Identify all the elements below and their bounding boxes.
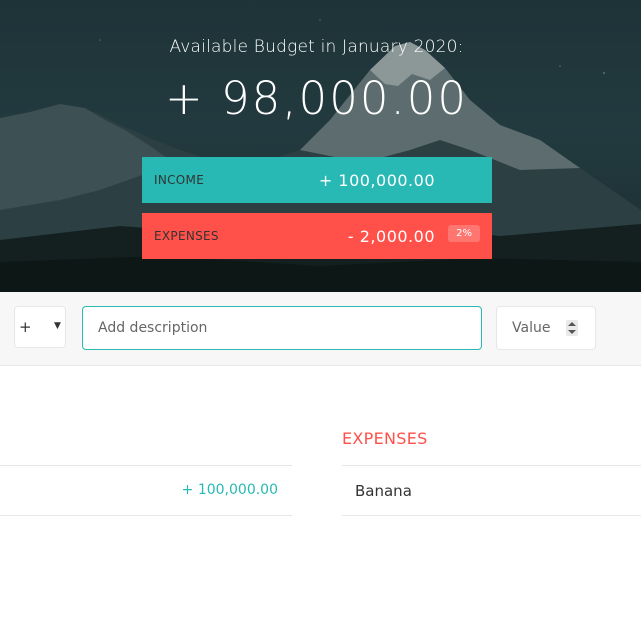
income-list-item[interactable]: + 100,000.00	[0, 465, 292, 516]
available-budget-value: + 98,000.00	[164, 72, 469, 125]
expenses-summary: Expenses - 2,000.00 2%	[142, 213, 492, 259]
value-input-placeholder: Value	[512, 320, 551, 336]
chevron-down-icon: ▼	[54, 321, 61, 331]
budget-hero: Available Budget in January 2020: + 98,0…	[0, 0, 641, 292]
add-item-bar: + ▼ Value	[0, 292, 641, 366]
expenses-percentage-badge: 2%	[448, 225, 480, 242]
expense-list-item[interactable]: Banana	[342, 465, 641, 516]
description-input[interactable]	[82, 306, 482, 350]
expenses-list-title: Expenses	[342, 429, 428, 448]
income-item-value: + 100,000.00	[181, 482, 278, 498]
budget-title: Available Budget in January 2020:	[169, 37, 464, 57]
expenses-summary-label: Expenses	[154, 229, 219, 243]
type-select[interactable]: + ▼	[14, 306, 66, 348]
income-summary-value: + 100,000.00	[318, 170, 435, 190]
income-summary-label: Income	[154, 173, 205, 187]
expenses-summary-value: - 2,000.00	[347, 226, 435, 246]
number-spinner-icon[interactable]	[566, 320, 578, 336]
type-select-value: +	[19, 318, 32, 336]
value-input[interactable]: Value	[496, 306, 596, 350]
income-summary: Income + 100,000.00	[142, 157, 492, 203]
expense-item-description: Banana	[355, 482, 412, 500]
